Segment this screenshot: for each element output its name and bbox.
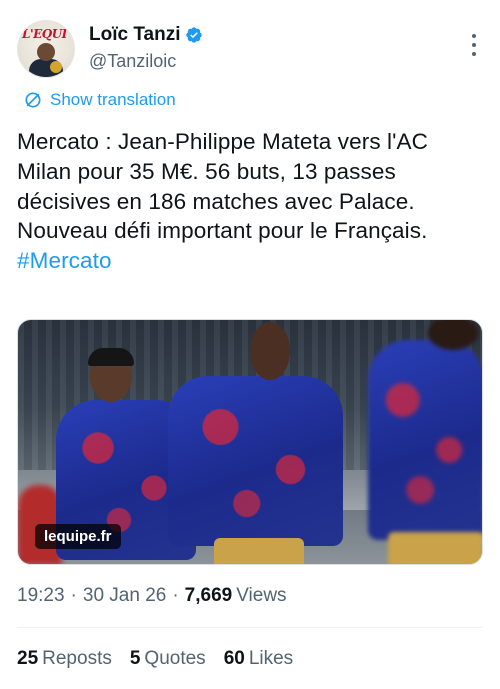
verified-badge-icon bbox=[186, 27, 203, 43]
likes-stat[interactable]: 60 Likes bbox=[224, 648, 294, 670]
tweet-text: Mercato : Jean-Philippe Mateta vers l'AC… bbox=[17, 127, 485, 276]
reposts-stat[interactable]: 25 Reposts bbox=[17, 648, 112, 670]
show-translation-link[interactable]: Show translation bbox=[23, 90, 176, 110]
meta-separator-2: · bbox=[172, 585, 179, 606]
tweet-time[interactable]: 19:23 bbox=[17, 585, 65, 607]
engagement-stats: 25 Reposts 5 Quotes 60 Likes bbox=[17, 648, 311, 670]
avatar-brand-text: L'EQUI bbox=[22, 27, 67, 41]
hashtag-link[interactable]: #Mercato bbox=[17, 248, 112, 273]
author-name-row[interactable]: Loïc Tanzi bbox=[89, 24, 203, 46]
divider bbox=[17, 627, 483, 628]
reposts-count: 25 bbox=[17, 648, 39, 669]
media-source-badge[interactable]: lequipe.fr bbox=[35, 524, 121, 549]
author-handle[interactable]: @Tanziloic bbox=[89, 51, 176, 72]
likes-label: Likes bbox=[248, 648, 294, 669]
views-label: Views bbox=[236, 585, 287, 606]
avatar-trophy bbox=[50, 61, 62, 73]
quotes-label: Quotes bbox=[144, 648, 206, 669]
more-options-icon[interactable] bbox=[471, 34, 477, 56]
show-translation-label: Show translation bbox=[50, 90, 176, 109]
translate-icon bbox=[25, 92, 41, 108]
meta-separator: · bbox=[70, 585, 77, 606]
reposts-label: Reposts bbox=[42, 648, 112, 669]
tweet-date[interactable]: 30 Jan 26 bbox=[83, 585, 166, 607]
avatar[interactable]: L'EQUI bbox=[17, 20, 75, 78]
likes-count: 60 bbox=[223, 648, 245, 669]
quotes-stat[interactable]: 5 Quotes bbox=[130, 648, 206, 670]
tweet-header: L'EQUI Loïc Tanzi @Tanziloic bbox=[17, 20, 483, 80]
tweet-media-image[interactable]: lequipe.fr bbox=[17, 319, 483, 565]
views-count[interactable]: 7,669 bbox=[185, 585, 233, 607]
avatar-head bbox=[37, 43, 55, 61]
quotes-count: 5 bbox=[129, 648, 141, 669]
tweet-body: Mercato : Jean-Philippe Mateta vers l'AC… bbox=[17, 129, 428, 244]
tweet-meta: 19:23 · 30 Jan 26 · 7,669 Views bbox=[17, 585, 287, 607]
author-name[interactable]: Loïc Tanzi bbox=[89, 24, 180, 46]
